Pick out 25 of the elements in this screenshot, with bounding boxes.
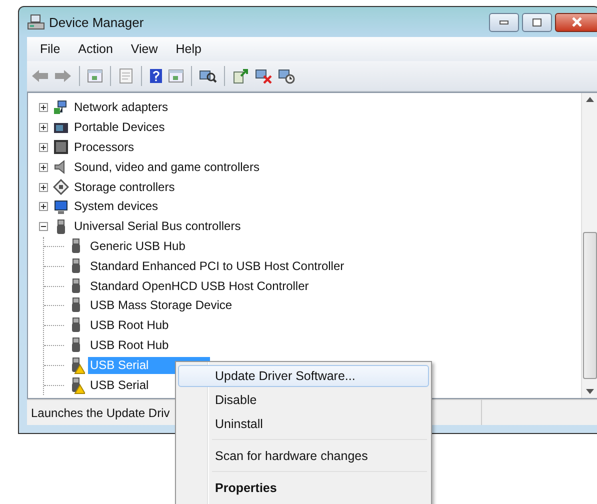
tree-item[interactable]: Standard Enhanced PCI to USB Host Controller	[88, 258, 346, 275]
menu-item[interactable]: Disable	[178, 389, 429, 411]
tree-item[interactable]: USB Serial	[88, 376, 151, 394]
tree-item[interactable]: USB Root Hub	[88, 317, 171, 334]
menu-item[interactable]: Help	[166, 42, 210, 56]
menu-item[interactable]: Uninstall	[178, 413, 429, 435]
menu-item[interactable]: Update Driver Software...	[178, 365, 429, 387]
menu-item[interactable]: Scan for hardware changes	[178, 445, 429, 467]
tree-item[interactable]: Storage controllers	[72, 178, 177, 196]
tree-item[interactable]: USB Mass Storage Device	[88, 297, 234, 314]
tree-item[interactable]: USB Root Hub	[88, 336, 171, 354]
tree-item[interactable]: Sound, video and game controllers	[72, 158, 262, 176]
status-text: Launches the Update Driv	[30, 406, 171, 420]
tree-item[interactable]: Universal Serial Bus controllers	[72, 218, 243, 236]
tree-item[interactable]: Generic USB Hub	[88, 238, 188, 255]
window-title: Device Manager	[49, 14, 144, 30]
tree-item[interactable]: Portable Devices	[72, 119, 167, 136]
tree-item[interactable]: Standard OpenHCD USB Host Controller	[88, 278, 311, 295]
tree-item[interactable]: System devices	[72, 198, 160, 216]
tree-item[interactable]: Network adapters	[72, 99, 170, 116]
tree-item[interactable]: Processors	[72, 138, 136, 156]
menu-item[interactable]: Properties	[178, 477, 429, 499]
menu-item[interactable]: Action	[69, 42, 122, 56]
menu-item[interactable]: File	[31, 42, 70, 56]
menu-item[interactable]: View	[122, 42, 167, 56]
